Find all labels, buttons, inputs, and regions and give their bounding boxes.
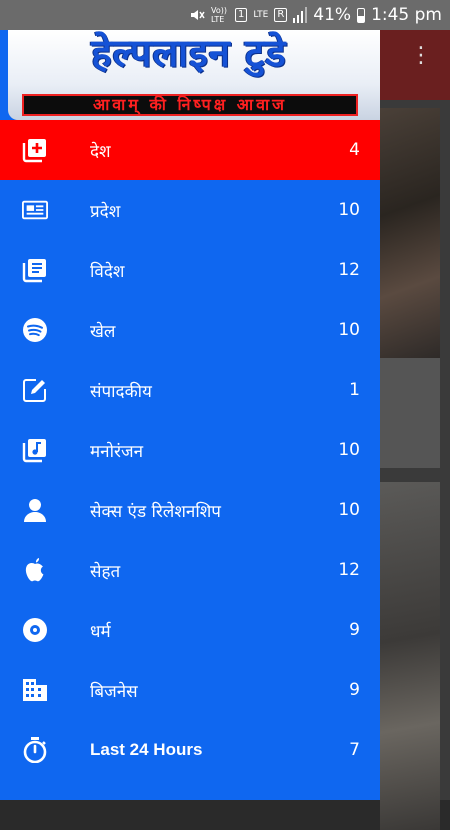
menu-item-count: 9 [349,620,360,640]
spotify-icon [22,317,48,343]
menu-item-count: 10 [338,440,360,460]
menu-item-pradesh[interactable]: प्रदेश 10 [0,180,380,240]
add-box-icon [22,137,48,163]
stopwatch-icon [22,737,48,763]
roaming-badge: R [274,8,288,22]
menu-item-label: धर्म [90,621,111,642]
category-menu: देश 4 प्रदेश 10 विदेश 12 खेल 10 संपादकीय… [0,120,380,780]
menu-item-count: 10 [338,320,360,340]
menu-item-sehat[interactable]: सेहत 12 [0,540,380,600]
clock: 1:45 pm [371,5,442,25]
drawer-header: हेल्पलाइन टुडे आवाम् की निष्पक्ष आवाज [0,30,380,120]
menu-item-sampadakiya[interactable]: संपादकीय 1 [0,360,380,420]
signal-icon [293,7,308,23]
lte-label: LTE [253,9,269,20]
news-card[interactable] [380,482,440,830]
menu-item-count: 7 [349,740,360,760]
menu-item-last-24-hours[interactable]: Last 24 Hours 7 [0,720,380,780]
sim-badge: 1 [234,8,248,22]
person-icon [22,497,48,523]
menu-item-label: सेहत [90,561,121,582]
menu-item-count: 10 [338,200,360,220]
menu-item-dharm[interactable]: धर्म 9 [0,600,380,660]
menu-item-label: बिजनेस [90,681,138,702]
battery-icon [357,7,366,23]
navigation-drawer: हेल्पलाइन टुडे आवाम् की निष्पक्ष आवाज दे… [0,30,380,800]
menu-item-label: Last 24 Hours [90,740,203,759]
menu-item-business[interactable]: बिजनेस 9 [0,660,380,720]
disc-icon [22,617,48,643]
menu-item-manoranjan[interactable]: मनोरंजन 10 [0,420,380,480]
mute-icon [189,7,205,23]
menu-item-label: मनोरंजन [90,441,144,462]
menu-item-relationship[interactable]: सेक्स एंड रिलेशनशिप 10 [0,480,380,540]
menu-item-count: 12 [338,260,360,280]
menu-item-label: संपादकीय [90,381,152,402]
battery-percent: 41% [313,5,352,25]
menu-item-videsh[interactable]: विदेश 12 [0,240,380,300]
volte-label: Vo)) LTE [210,6,227,24]
newspaper-icon [22,197,48,223]
status-bar: Vo)) LTE 1 LTE R 41% 1:45 pm [0,0,450,30]
building-icon [22,677,48,703]
menu-item-khel[interactable]: खेल 10 [0,300,380,360]
menu-item-label: विदेश [90,261,125,282]
app-logo-title: हेल्पलाइन टुडे [91,31,287,75]
menu-item-count: 1 [349,380,360,400]
menu-item-count: 4 [349,140,360,160]
menu-item-label: सेक्स एंड रिलेशनशिप [90,501,221,522]
app-tagline: आवाम् की निष्पक्ष आवाज [22,94,358,116]
more-options-icon[interactable]: ⋮ [410,45,432,67]
menu-item-label: खेल [90,321,116,342]
news-image [380,108,440,358]
menu-item-label: प्रदेश [90,201,121,222]
menu-item-count: 10 [338,500,360,520]
news-card[interactable] [380,108,440,468]
music-library-icon [22,437,48,463]
menu-item-count: 9 [349,680,360,700]
menu-item-label: देश [90,141,111,162]
menu-item-count: 12 [338,560,360,580]
apple-icon [22,557,48,583]
menu-item-desh[interactable]: देश 4 [0,120,380,180]
news-image [380,482,440,830]
edit-icon [22,377,48,403]
article-icon [22,257,48,283]
